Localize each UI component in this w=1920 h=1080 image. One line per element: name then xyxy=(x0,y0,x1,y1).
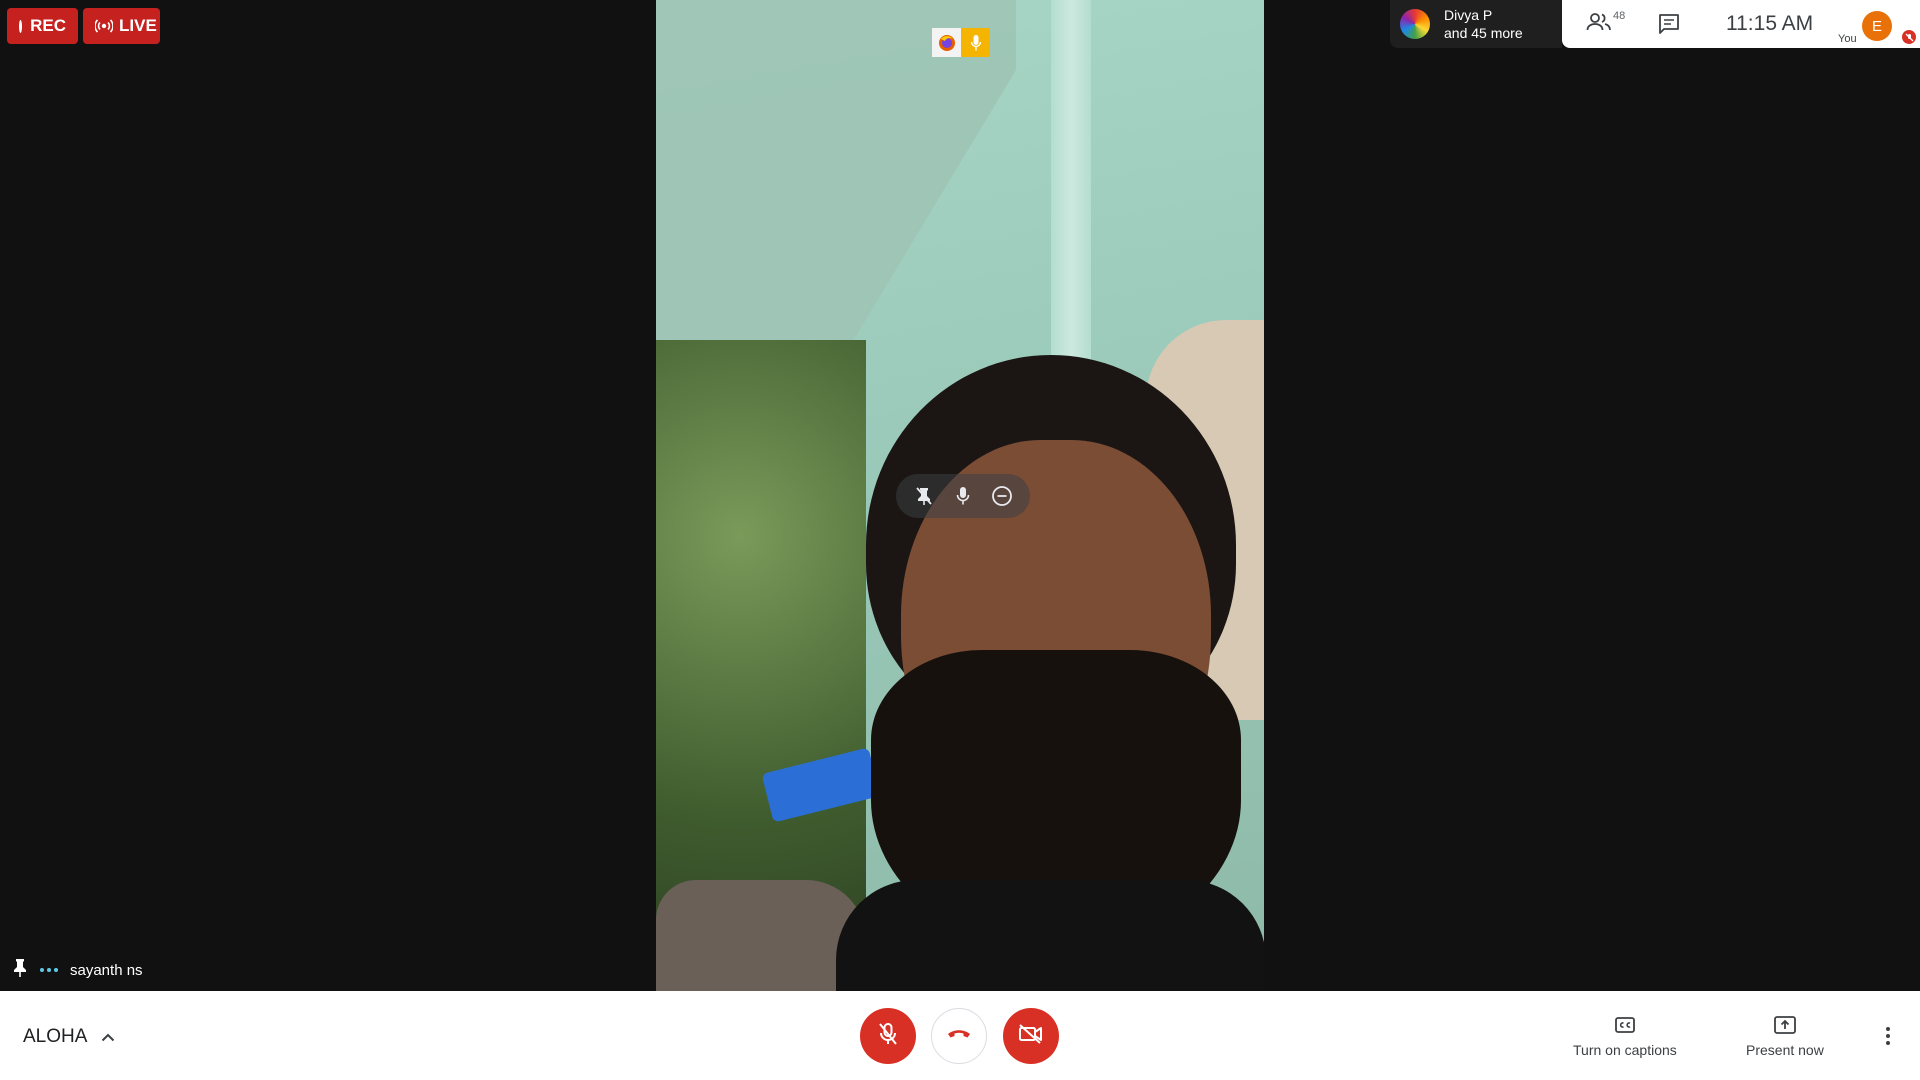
closed-captions-icon xyxy=(1614,1013,1635,1037)
presenter-more: and 45 more xyxy=(1444,25,1523,41)
participant-name: sayanth ns xyxy=(70,961,143,979)
more-options-icon[interactable] xyxy=(1876,1021,1900,1051)
firefox-icon xyxy=(932,28,961,57)
people-count: 48 xyxy=(1613,10,1626,22)
muted-mic-icon xyxy=(1902,30,1916,44)
tile-hover-controls xyxy=(896,474,1030,518)
participant-video-tile[interactable] xyxy=(656,0,1264,991)
pin-off-icon[interactable] xyxy=(909,481,939,511)
presenter-chip[interactable]: Divya P and 45 more xyxy=(1390,0,1562,48)
mic-off-icon xyxy=(878,1022,898,1051)
captions-label: Turn on captions xyxy=(1573,1042,1677,1058)
participant-name-tag: sayanth ns xyxy=(12,958,143,982)
hang-up-icon xyxy=(946,1027,972,1045)
top-right-bar: 48 11:15 AM E You xyxy=(1562,0,1920,48)
recording-label: REC xyxy=(30,16,66,35)
meeting-details-button[interactable]: ALOHA xyxy=(23,1026,115,1048)
chat-icon[interactable] xyxy=(1658,13,1680,40)
self-avatar[interactable]: E xyxy=(1862,11,1892,41)
broadcast-icon xyxy=(95,19,113,33)
people-icon xyxy=(1586,12,1612,37)
extension-overlay xyxy=(932,28,990,57)
camera-toggle-button[interactable] xyxy=(1003,1008,1059,1064)
present-label: Present now xyxy=(1746,1042,1824,1058)
self-initial: E xyxy=(1871,17,1882,35)
recording-badge[interactable]: REC xyxy=(7,8,78,44)
present-screen-icon xyxy=(1774,1013,1796,1037)
video-scene-rock xyxy=(656,880,866,991)
presenter-text: Divya P and 45 more xyxy=(1444,6,1523,42)
bottom-control-bar: ALOHA Turn on captions Present now xyxy=(0,991,1920,1080)
chevron-up-icon xyxy=(101,1026,115,1048)
mic-toggle-button[interactable] xyxy=(860,1008,916,1064)
camera-off-icon xyxy=(1018,1023,1044,1050)
live-badge[interactable]: LIVE xyxy=(83,8,160,44)
meeting-name: ALOHA xyxy=(23,1026,88,1047)
video-stage: REC LIVE sayanth ns Divya P and 45 more … xyxy=(0,0,1920,991)
present-button[interactable]: Present now xyxy=(1746,1013,1824,1058)
video-person-body xyxy=(836,880,1264,991)
record-dot-icon xyxy=(19,19,23,33)
presenter-avatar xyxy=(1400,9,1430,39)
people-button[interactable]: 48 xyxy=(1586,10,1626,37)
captions-button[interactable]: Turn on captions xyxy=(1573,1013,1677,1058)
self-label: You xyxy=(1838,33,1857,45)
pin-icon[interactable] xyxy=(12,958,28,982)
leave-call-button[interactable] xyxy=(931,1008,987,1064)
live-label: LIVE xyxy=(119,16,157,35)
presenter-name: Divya P xyxy=(1444,7,1493,23)
tile-mic-icon[interactable] xyxy=(948,481,978,511)
clock: 11:15 AM xyxy=(1726,12,1814,35)
mic-icon xyxy=(961,28,990,57)
audio-level-icon xyxy=(40,968,58,972)
remove-icon[interactable] xyxy=(987,481,1017,511)
